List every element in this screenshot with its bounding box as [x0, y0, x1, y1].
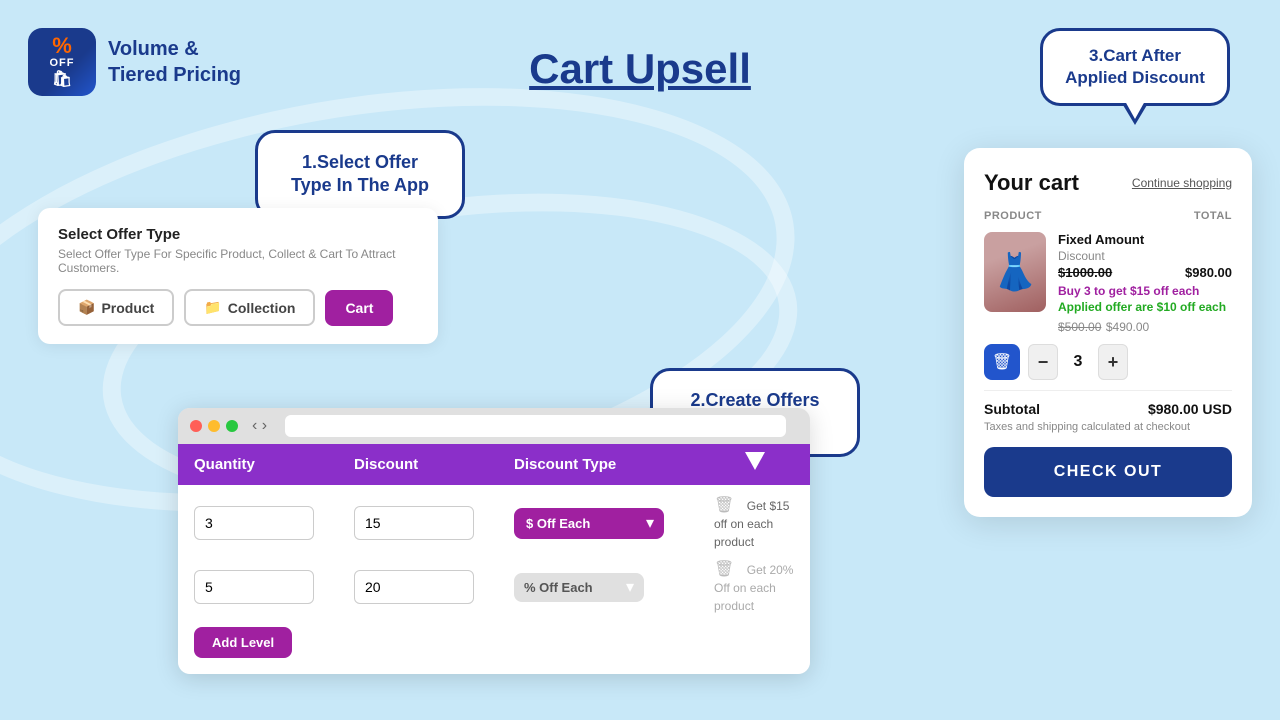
row2-qty-cell: [194, 570, 354, 604]
subtotal-value: $980.00 USD: [1148, 401, 1232, 417]
row2-trash-icon[interactable]: 🗑: [714, 561, 734, 578]
cart-product-row: 👗 Fixed Amount Discount $1000.00 $980.00…: [984, 232, 1232, 336]
continue-shopping-link[interactable]: Continue shopping: [1132, 176, 1232, 190]
row2-discount-cell: [354, 570, 514, 604]
subtotal-row: Subtotal $980.00 USD: [984, 401, 1232, 417]
app-window: ‹ › Quantity Discount Discount Type $ Of…: [178, 408, 810, 674]
table-body: $ Off Each % Off Each 🗑 Get $15 off on e…: [178, 485, 810, 674]
subtotal-label: Subtotal: [984, 401, 1040, 417]
tax-message: Taxes and shipping calculated at checkou…: [984, 421, 1232, 433]
bubble-select-offer-text: 1.Select OfferType In The App: [280, 151, 440, 198]
cart-header: Your cart Continue shopping: [984, 170, 1232, 196]
row2-type-wrapper: % Off Each $ Off Each: [514, 573, 644, 602]
row2-discount-input[interactable]: [354, 570, 474, 604]
cart-title: Your cart: [984, 170, 1079, 196]
col-quantity: Quantity: [194, 456, 354, 473]
col-discount: Discount: [354, 456, 514, 473]
price-original: $1000.00: [1058, 265, 1112, 280]
qty-decrease-button[interactable]: −: [1028, 344, 1058, 380]
price-final: $490.00: [1106, 320, 1149, 334]
collection-icon: 📁: [204, 299, 221, 316]
logo-percent: %: [52, 35, 72, 57]
logo-text: Volume & Tiered Pricing: [108, 36, 241, 88]
bubble-select-offer: 1.Select OfferType In The App: [255, 130, 465, 219]
cart-label: Cart: [345, 300, 373, 316]
row2-type-select[interactable]: % Off Each $ Off Each: [514, 573, 644, 602]
table-row-1: $ Off Each % Off Each 🗑 Get $15 off on e…: [194, 495, 794, 551]
row1-type-select[interactable]: $ Off Each % Off Each: [514, 508, 664, 539]
price-range: $500.00 $490.00: [1058, 318, 1232, 336]
product-details: Fixed Amount Discount $1000.00 $980.00 B…: [1058, 232, 1232, 336]
btn-cart[interactable]: Cart: [325, 290, 393, 326]
row1-quantity-input[interactable]: [194, 506, 314, 540]
product-icon: 📦: [78, 299, 95, 316]
cart-divider: [984, 390, 1232, 391]
cart-panel: Your cart Continue shopping PRODUCT TOTA…: [964, 148, 1252, 517]
add-level-button[interactable]: Add Level: [194, 627, 292, 658]
applied-offer-message: Applied offer are $10 off each: [1058, 300, 1232, 314]
bubble-cart-after-text: 3.Cart AfterApplied Discount: [1063, 45, 1207, 89]
col-total-label: TOTAL: [1194, 210, 1232, 222]
logo: % OFF 🛍 Volume & Tiered Pricing: [28, 28, 241, 96]
checkout-button[interactable]: CHECK OUT: [984, 447, 1232, 497]
price-strike: $500.00: [1058, 320, 1101, 334]
btn-collection[interactable]: 📁 Collection: [184, 289, 315, 326]
upsell-message: Buy 3 to get $15 off each: [1058, 284, 1232, 298]
app-titlebar: ‹ ›: [178, 408, 810, 444]
offer-type-buttons: 📦 Product 📁 Collection Cart: [58, 289, 418, 326]
row2-hint-cell: 🗑 Get 20% Off on each product: [714, 559, 794, 615]
logo-off-text: OFF: [50, 57, 75, 69]
logo-icon: % OFF 🛍: [28, 28, 96, 96]
delete-item-button[interactable]: 🗑: [984, 344, 1020, 380]
offer-type-card: Select Offer Type Select Offer Type For …: [38, 208, 438, 344]
collection-label: Collection: [228, 300, 296, 316]
titlebar-arrows: ‹ ›: [252, 417, 267, 435]
titlebar-dot-green: [226, 420, 238, 432]
row1-discount-input[interactable]: [354, 506, 474, 540]
titlebar-dot-yellow: [208, 420, 220, 432]
qty-increase-button[interactable]: +: [1098, 344, 1128, 380]
row1-trash-icon[interactable]: 🗑: [714, 497, 734, 514]
btn-product[interactable]: 📦 Product: [58, 289, 174, 326]
logo-bag-icon: 🛍: [52, 69, 72, 89]
titlebar-dot-red: [190, 420, 202, 432]
offer-type-desc: Select Offer Type For Specific Product, …: [58, 247, 418, 275]
row2-quantity-input[interactable]: [194, 570, 314, 604]
row1-type-wrapper: $ Off Each % Off Each: [514, 508, 664, 539]
table-row-2: % Off Each $ Off Each 🗑 Get 20% Off on e…: [194, 559, 794, 615]
bubble-cart-after: 3.Cart AfterApplied Discount: [1040, 28, 1230, 106]
table-header: Quantity Discount Discount Type: [178, 444, 810, 485]
page-title: Cart Upsell: [529, 45, 751, 93]
row1-hint-cell: 🗑 Get $15 off on each product: [714, 495, 794, 551]
cart-columns: PRODUCT TOTAL: [984, 210, 1232, 222]
quantity-controls: 🗑 − 3 +: [984, 344, 1232, 380]
titlebar-urlbar: [285, 415, 786, 437]
col-discount-type: Discount Type: [514, 456, 714, 473]
quantity-value: 3: [1066, 353, 1090, 371]
row1-discount-cell: [354, 506, 514, 540]
product-name-sub: Discount: [1058, 249, 1232, 263]
product-image: 👗: [984, 232, 1046, 312]
row1-type-cell: $ Off Each % Off Each: [514, 508, 714, 539]
product-label: Product: [101, 300, 154, 316]
price-sale: $980.00: [1185, 265, 1232, 280]
product-name: Fixed Amount: [1058, 232, 1232, 247]
col-product-label: PRODUCT: [984, 210, 1042, 222]
row1-qty-cell: [194, 506, 354, 540]
row2-type-cell: % Off Each $ Off Each: [514, 573, 714, 602]
